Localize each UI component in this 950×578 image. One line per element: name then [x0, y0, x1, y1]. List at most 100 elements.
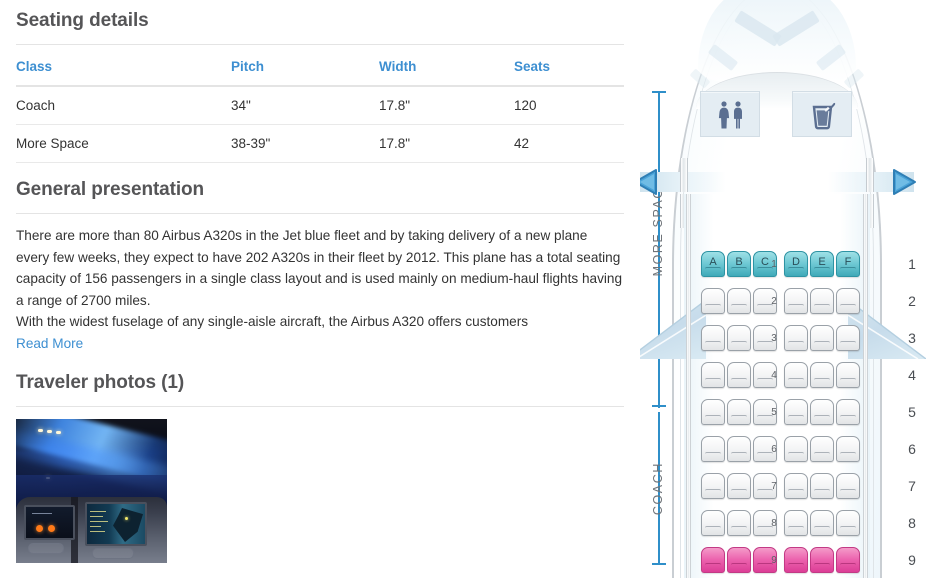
- seat-7D[interactable]: [784, 473, 808, 499]
- seat-1F[interactable]: F: [836, 251, 860, 277]
- seat-5B[interactable]: [727, 399, 751, 425]
- seat-5E[interactable]: [810, 399, 834, 425]
- seat-2D[interactable]: [784, 288, 808, 314]
- seat-9D[interactable]: [784, 547, 808, 573]
- seat-4D[interactable]: [784, 362, 808, 388]
- seat-letter-F: F: [844, 256, 852, 268]
- seat-1B[interactable]: B: [727, 251, 751, 277]
- seat-cushion: [731, 304, 747, 310]
- seat-cushion: [840, 304, 856, 310]
- row-number-inner-1: 1: [771, 259, 777, 270]
- seat-7E[interactable]: [810, 473, 834, 499]
- seat-cushion: [788, 563, 804, 569]
- seat-9F[interactable]: [836, 547, 860, 573]
- seat-3A[interactable]: [701, 325, 725, 351]
- seat-3B[interactable]: [727, 325, 751, 351]
- seat-8B[interactable]: [727, 510, 751, 536]
- photo-tray-table: [28, 543, 64, 554]
- row-number-9: 9: [908, 552, 916, 568]
- row-number-inner-8: 8: [771, 518, 777, 529]
- seat-8D[interactable]: [784, 510, 808, 536]
- seat-cushion: [731, 415, 747, 421]
- column-header-width: Width: [379, 45, 514, 87]
- seat-2A[interactable]: [701, 288, 725, 314]
- cell-width: 17.8": [379, 124, 514, 163]
- page-root: Seating details Class Pitch Width Seats …: [0, 0, 950, 578]
- cell-pitch: 34": [231, 86, 379, 125]
- seat-3D[interactable]: [784, 325, 808, 351]
- seat-2E[interactable]: [810, 288, 834, 314]
- seat-cushion: [814, 378, 830, 384]
- seat-cushion: [788, 378, 804, 384]
- cell-seats: 120: [514, 86, 624, 125]
- seat-cushion: [840, 526, 856, 532]
- photo-strip: [16, 419, 624, 563]
- seat-6E[interactable]: [810, 436, 834, 462]
- cell-pitch: 38-39": [231, 124, 379, 163]
- seat-5D[interactable]: [784, 399, 808, 425]
- seat-2B[interactable]: [727, 288, 751, 314]
- seat-1E[interactable]: E: [810, 251, 834, 277]
- column-header-class: Class: [16, 45, 231, 87]
- exit-arrow-right-icon[interactable]: [892, 168, 918, 196]
- seat-3E[interactable]: [810, 325, 834, 351]
- seat-letter-D: D: [792, 256, 800, 268]
- seat-cushion: [705, 341, 721, 347]
- seat-1D[interactable]: D: [784, 251, 808, 277]
- seat-5F[interactable]: [836, 399, 860, 425]
- seat-8F[interactable]: [836, 510, 860, 536]
- seat-cushion: [840, 489, 856, 495]
- photo-seatback-screen-map: [85, 502, 147, 546]
- seat-7F[interactable]: [836, 473, 860, 499]
- seat-6B[interactable]: [727, 436, 751, 462]
- row-number-7: 7: [908, 478, 916, 494]
- row-number-3: 3: [908, 330, 916, 346]
- general-presentation-paragraph-1: There are more than 80 Airbus A320s in t…: [16, 228, 623, 308]
- lavatory-panel[interactable]: [700, 91, 760, 137]
- seat-5A[interactable]: [701, 399, 725, 425]
- seat-8A[interactable]: [701, 510, 725, 536]
- read-more-link[interactable]: Read More: [16, 333, 83, 355]
- general-presentation-section: General presentation There are more than…: [16, 177, 624, 354]
- seat-7A[interactable]: [701, 473, 725, 499]
- seat-7B[interactable]: [727, 473, 751, 499]
- seat-9A[interactable]: [701, 547, 725, 573]
- traveler-photo-thumbnail[interactable]: [16, 419, 167, 563]
- seat-1A[interactable]: A: [701, 251, 725, 277]
- seat-6A[interactable]: [701, 436, 725, 462]
- cell-seats: 42: [514, 124, 624, 163]
- seat-4E[interactable]: [810, 362, 834, 388]
- column-header-pitch: Pitch: [231, 45, 379, 87]
- exit-arrow-left-icon[interactable]: [640, 168, 658, 196]
- seat-cushion: [731, 452, 747, 458]
- seat-4B[interactable]: [727, 362, 751, 388]
- row-number-inner-2: 2: [771, 296, 777, 307]
- seat-cushion: [788, 341, 804, 347]
- seat-3F[interactable]: [836, 325, 860, 351]
- seat-letter-E: E: [818, 256, 826, 268]
- seat-8E[interactable]: [810, 510, 834, 536]
- general-presentation-title: General presentation: [16, 179, 205, 200]
- left-wing-edge: [640, 299, 706, 358]
- general-presentation-paragraph-2: With the widest fuselage of any single-a…: [16, 314, 529, 329]
- seat-2F[interactable]: [836, 288, 860, 314]
- table-row: Coach 34" 17.8" 120: [16, 86, 624, 125]
- seat-cushion: [731, 378, 747, 384]
- seat-6D[interactable]: [784, 436, 808, 462]
- seat-6F[interactable]: [836, 436, 860, 462]
- cell-class: More Space: [16, 124, 231, 163]
- seat-cushion: [788, 415, 804, 421]
- seat-cushion: [788, 304, 804, 310]
- table-header-row: Class Pitch Width Seats: [16, 45, 624, 87]
- seat-cushion: [705, 415, 721, 421]
- seat-9E[interactable]: [810, 547, 834, 573]
- cell-class: Coach: [16, 86, 231, 125]
- seat-cushion: [731, 489, 747, 495]
- galley-panel[interactable]: [792, 91, 852, 137]
- seat-9B[interactable]: [727, 547, 751, 573]
- seat-4A[interactable]: [701, 362, 725, 388]
- seat-cushion: [814, 489, 830, 495]
- row-number-inner-9: 9: [771, 555, 777, 566]
- seat-cushion: [814, 341, 830, 347]
- seat-4F[interactable]: [836, 362, 860, 388]
